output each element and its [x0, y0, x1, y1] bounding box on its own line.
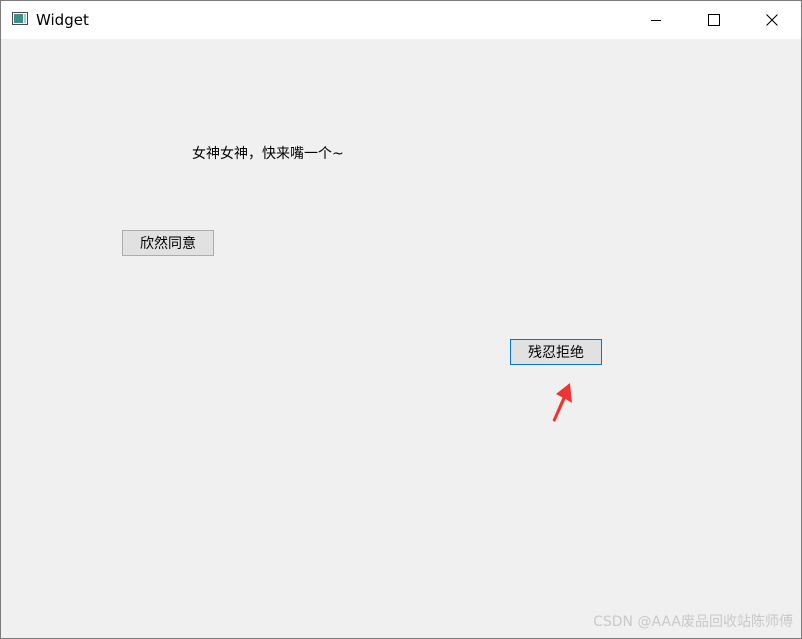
- refuse-button[interactable]: 残忍拒绝: [510, 339, 602, 365]
- minimize-icon: [651, 20, 661, 21]
- watermark-text: CSDN @AAA废品回收站陈师傅: [593, 614, 793, 630]
- app-window-icon: [12, 12, 28, 25]
- invitation-message: 女神女神，快来嘴一个~: [192, 146, 344, 162]
- close-button[interactable]: [743, 1, 801, 39]
- window-title: Widget: [36, 11, 89, 29]
- title-bar: Widget: [1, 1, 801, 39]
- minimize-button[interactable]: [627, 1, 685, 39]
- red-arrow-icon: [552, 383, 572, 422]
- close-icon: [766, 14, 778, 26]
- agree-button[interactable]: 欣然同意: [122, 230, 214, 256]
- maximize-icon: [708, 14, 720, 26]
- maximize-button[interactable]: [685, 1, 743, 39]
- app-window: Widget 女神女神，快来嘴一个~ 欣然同意 残忍拒绝 CSDN @AAA废品…: [0, 0, 802, 639]
